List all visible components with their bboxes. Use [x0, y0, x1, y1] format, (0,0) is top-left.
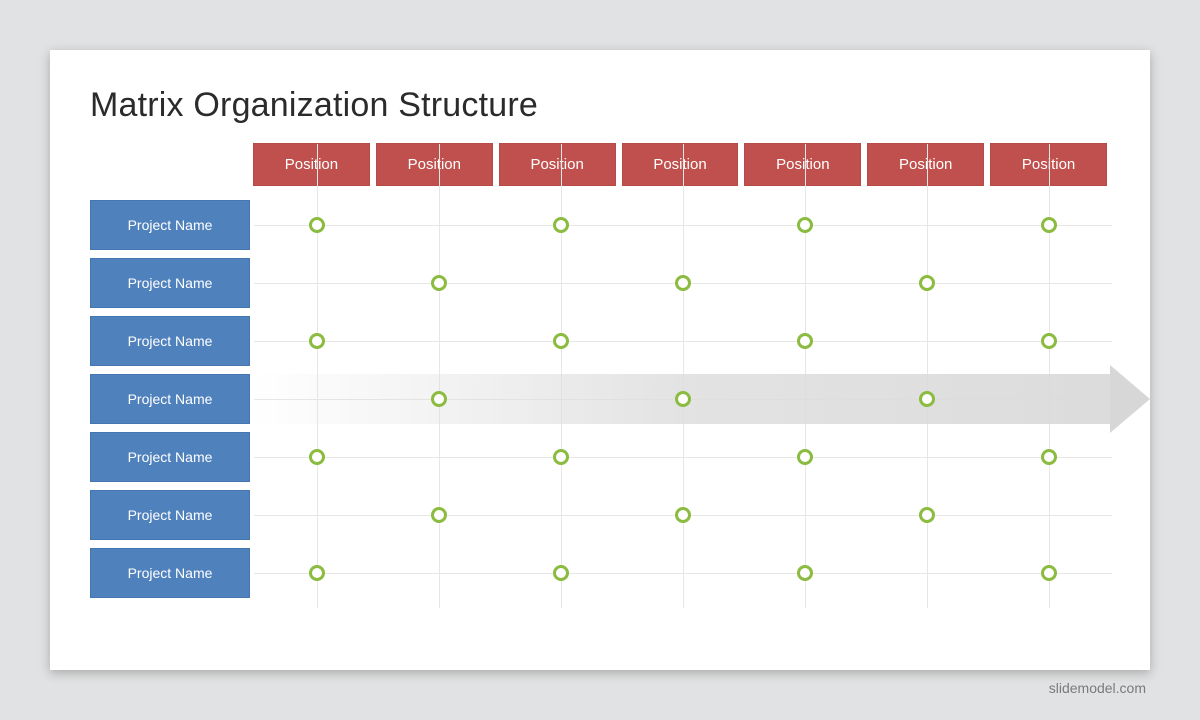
row-header: Project Name [90, 316, 250, 366]
dot-marker [919, 507, 935, 523]
column-header: Position [622, 143, 739, 186]
dot-marker [553, 449, 569, 465]
matrix-row [256, 374, 1110, 424]
matrix-cell [622, 507, 744, 523]
dot-marker [675, 275, 691, 291]
matrix-cell [500, 333, 622, 349]
dot-rows [256, 196, 1110, 602]
dot-marker [1041, 565, 1057, 581]
arrow-head-icon [1110, 365, 1150, 433]
column-header: Position [990, 143, 1107, 186]
matrix-row [256, 490, 1110, 540]
matrix-cell [866, 391, 988, 407]
matrix-cell [256, 565, 378, 581]
matrix-cell [988, 565, 1110, 581]
dot-marker [919, 275, 935, 291]
matrix-row [256, 548, 1110, 598]
column-header: Position [376, 143, 493, 186]
column-headers: PositionPositionPositionPositionPosition… [250, 143, 1110, 186]
matrix-cell [256, 449, 378, 465]
dot-marker [919, 391, 935, 407]
matrix-cell [744, 565, 866, 581]
matrix-cell [622, 275, 744, 291]
matrix-row [256, 432, 1110, 482]
dot-marker [309, 449, 325, 465]
dot-marker [1041, 449, 1057, 465]
dot-marker [431, 275, 447, 291]
matrix-container: PositionPositionPositionPositionPosition… [90, 143, 1110, 602]
row-header: Project Name [90, 548, 250, 598]
slide-title: Matrix Organization Structure [90, 86, 1110, 125]
column-header: Position [744, 143, 861, 186]
column-header: Position [253, 143, 370, 186]
matrix-cell [378, 507, 500, 523]
grid-area [256, 196, 1110, 602]
matrix-cell [744, 449, 866, 465]
matrix-cell [256, 333, 378, 349]
matrix-cell [866, 275, 988, 291]
dot-marker [309, 565, 325, 581]
dot-marker [797, 217, 813, 233]
matrix-cell [500, 217, 622, 233]
dot-marker [309, 217, 325, 233]
dot-marker [553, 333, 569, 349]
row-headers: Project Name Project Name Project Name Proj… [90, 196, 250, 602]
dot-marker [675, 507, 691, 523]
matrix-cell [378, 275, 500, 291]
matrix-row [256, 258, 1110, 308]
dot-marker [553, 565, 569, 581]
matrix-cell [500, 565, 622, 581]
column-header: Position [499, 143, 616, 186]
dot-marker [797, 565, 813, 581]
row-header: Project Name [90, 200, 250, 250]
matrix-cell [256, 217, 378, 233]
matrix-cell [622, 391, 744, 407]
row-header: Project Name [90, 490, 250, 540]
row-header: Project Name [90, 432, 250, 482]
dot-marker [797, 333, 813, 349]
dot-marker [431, 507, 447, 523]
dot-marker [309, 333, 325, 349]
dot-marker [553, 217, 569, 233]
matrix-cell [500, 449, 622, 465]
matrix-row [256, 316, 1110, 366]
slide-canvas: Matrix Organization Structure PositionPo… [50, 50, 1150, 670]
matrix-cell [988, 449, 1110, 465]
matrix-body: Project Name Project Name Project Name Proj… [90, 196, 1110, 602]
attribution-text: slidemodel.com [46, 680, 1146, 696]
dot-marker [1041, 217, 1057, 233]
matrix-cell [988, 217, 1110, 233]
dot-marker [797, 449, 813, 465]
dot-marker [675, 391, 691, 407]
dot-marker [431, 391, 447, 407]
dot-marker [1041, 333, 1057, 349]
matrix-cell [378, 391, 500, 407]
column-header: Position [867, 143, 984, 186]
matrix-cell [988, 333, 1110, 349]
matrix-cell [744, 217, 866, 233]
matrix-row [256, 200, 1110, 250]
matrix-cell [744, 333, 866, 349]
row-header: Project Name [90, 374, 250, 424]
matrix-cell [866, 507, 988, 523]
row-header: Project Name [90, 258, 250, 308]
